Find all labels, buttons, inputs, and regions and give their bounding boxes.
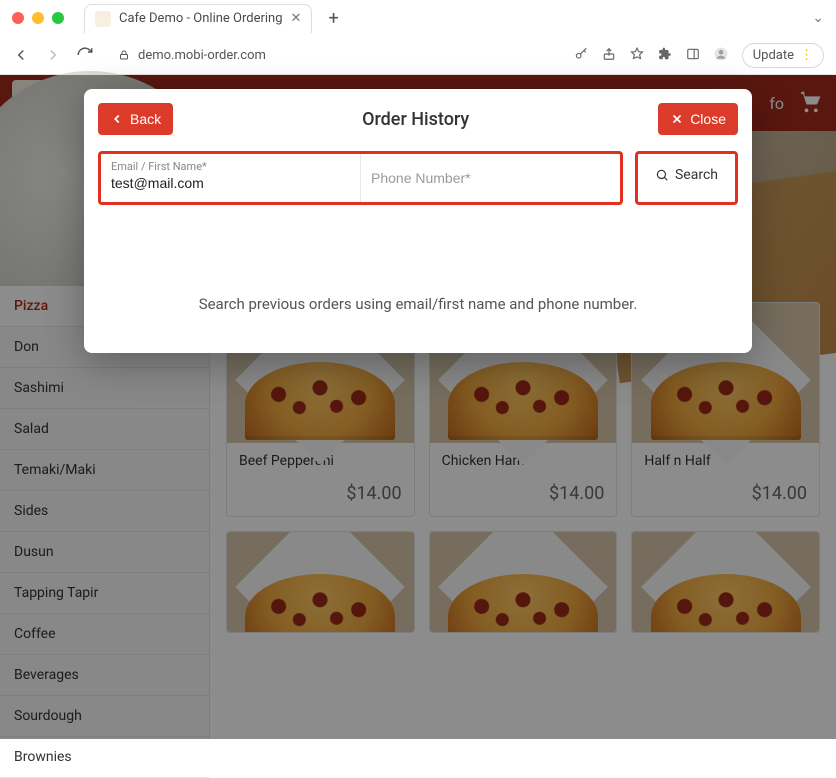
key-icon[interactable]: [574, 46, 588, 65]
update-button[interactable]: Update ⋮: [742, 43, 824, 68]
extensions-icon[interactable]: [658, 46, 672, 65]
reload-icon[interactable]: [76, 46, 94, 64]
search-icon: [655, 168, 669, 182]
search-fields: Email / First Name*: [98, 151, 623, 205]
search-label: Search: [675, 167, 718, 183]
profile-avatar-icon[interactable]: [714, 46, 728, 65]
search-row: Email / First Name* Search: [98, 151, 738, 205]
email-label: Email / First Name*: [111, 160, 350, 173]
window-close-dot[interactable]: [12, 12, 24, 24]
favicon-icon: [95, 11, 111, 27]
bookmark-star-icon[interactable]: [630, 46, 644, 65]
back-label: Back: [130, 111, 161, 127]
phone-input[interactable]: [371, 160, 610, 196]
forward-nav-icon[interactable]: [44, 46, 62, 64]
modal-title: Order History: [362, 109, 469, 130]
back-button[interactable]: Back: [98, 103, 173, 135]
menu-dots-icon: ⋮: [800, 48, 813, 63]
panel-icon[interactable]: [686, 46, 700, 65]
close-label: Close: [690, 111, 726, 127]
toolbar-right: Update ⋮: [574, 43, 824, 68]
search-button[interactable]: Search: [641, 157, 732, 193]
url-text: demo.mobi-order.com: [138, 48, 266, 63]
close-icon: [670, 112, 684, 126]
order-history-modal: Back Order History Close Email / First N…: [84, 89, 752, 353]
close-button[interactable]: Close: [658, 103, 738, 135]
address-bar[interactable]: demo.mobi-order.com: [108, 45, 560, 66]
tab-title: Cafe Demo - Online Ordering: [119, 11, 283, 26]
window-zoom-dot[interactable]: [52, 12, 64, 24]
modal-hint: Search previous orders using email/first…: [98, 295, 738, 313]
address-row: demo.mobi-order.com Update ⋮: [0, 36, 836, 74]
update-label: Update: [753, 48, 794, 63]
share-icon[interactable]: [602, 46, 616, 65]
browser-chrome: Cafe Demo - Online Ordering ✕ + ⌄ demo.m…: [0, 0, 836, 75]
tab-close-icon[interactable]: ✕: [291, 11, 302, 26]
window-minimize-dot[interactable]: [32, 12, 44, 24]
email-input[interactable]: [111, 173, 350, 191]
phone-field-wrap: [360, 154, 620, 202]
new-tab-button[interactable]: +: [328, 8, 338, 29]
email-field-wrap: Email / First Name*: [101, 154, 360, 202]
tabs-overflow-icon[interactable]: ⌄: [812, 10, 824, 26]
sidebar-item-brownies[interactable]: Brownies: [0, 737, 209, 778]
search-button-wrap: Search: [635, 151, 738, 205]
window-controls: Cafe Demo - Online Ordering ✕ + ⌄: [0, 0, 836, 36]
back-nav-icon[interactable]: [12, 46, 30, 64]
chevron-left-icon: [110, 112, 124, 126]
lock-icon: [118, 49, 130, 61]
browser-tab[interactable]: Cafe Demo - Online Ordering ✕: [84, 4, 312, 33]
app-root: Ca fo Pizza Don Sashimi Salad Temaki/Mak…: [0, 75, 836, 739]
